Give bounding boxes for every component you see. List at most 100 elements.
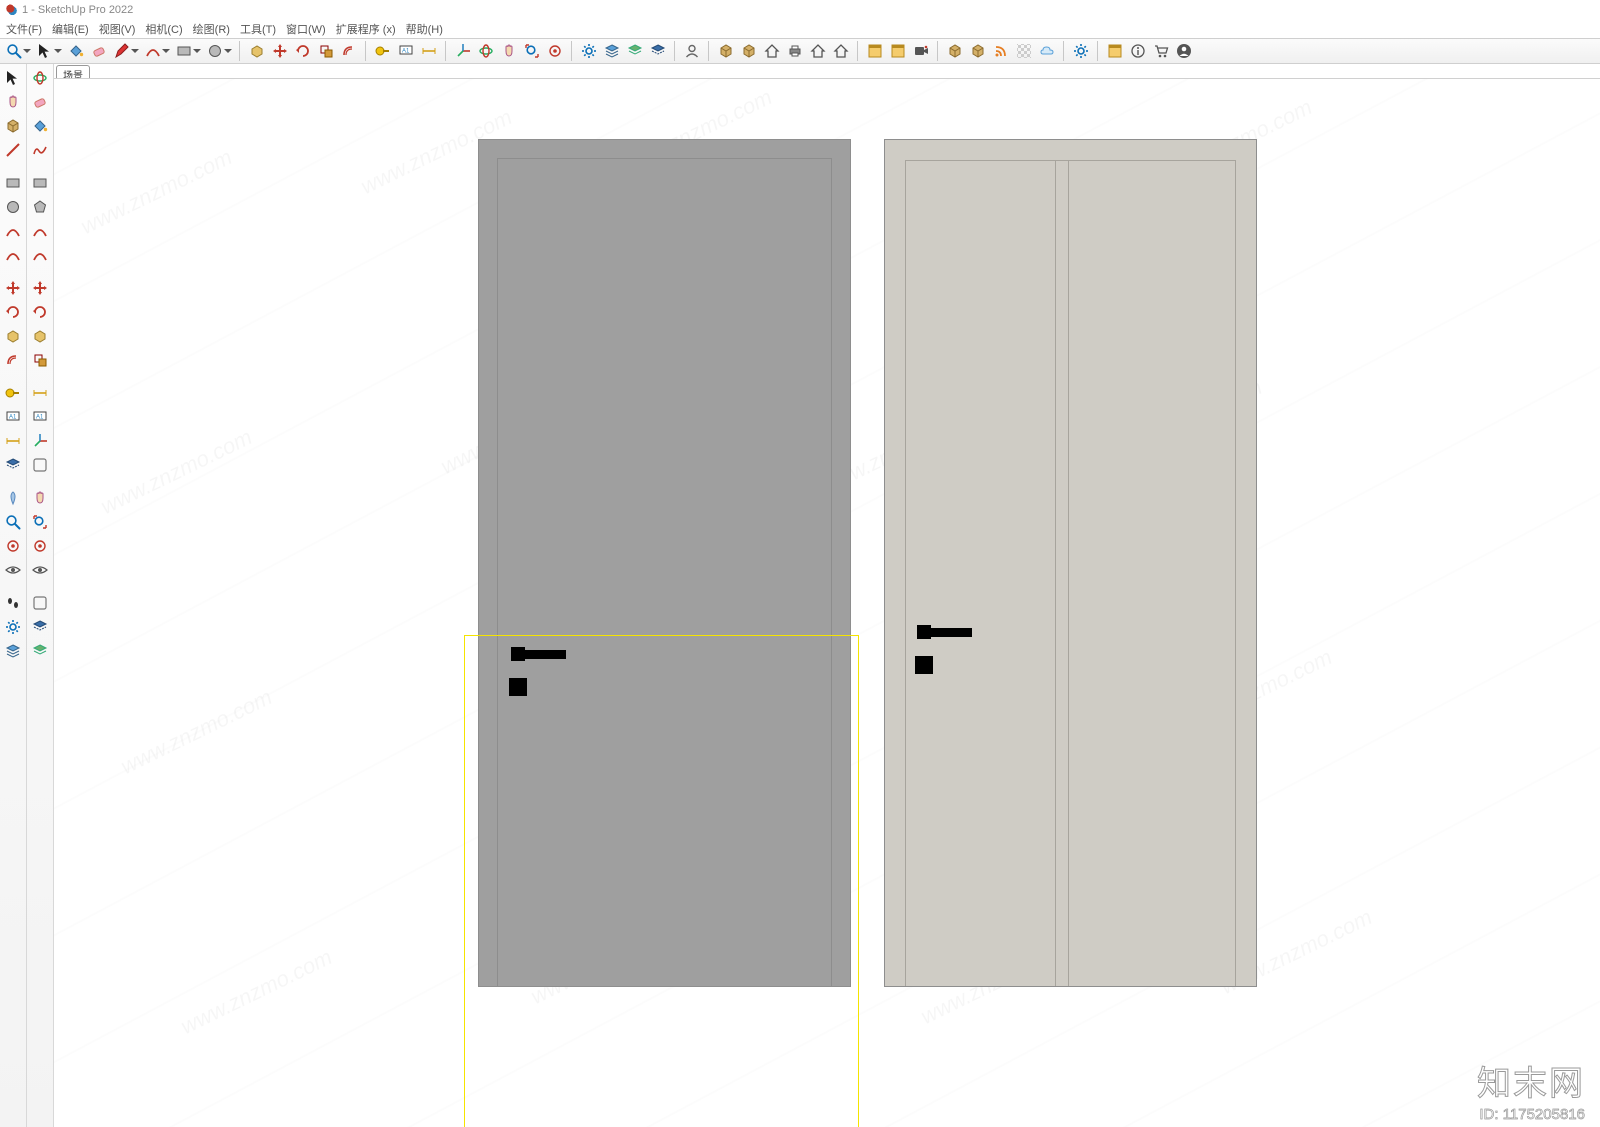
rotate-tool-icon[interactable]: [2, 300, 25, 323]
orbit-icon[interactable]: [474, 40, 497, 63]
geo-icon[interactable]: [966, 40, 989, 63]
camera-eye-icon[interactable]: [2, 558, 25, 581]
axes-tool-icon[interactable]: [29, 429, 52, 452]
rss-icon[interactable]: [989, 40, 1012, 63]
pushpull-tool-icon[interactable]: [2, 324, 25, 347]
menu-item[interactable]: 编辑(E): [52, 21, 89, 37]
text-note-icon[interactable]: [29, 405, 52, 428]
add-location-icon[interactable]: [943, 40, 966, 63]
orbit-view-icon[interactable]: [29, 66, 52, 89]
section-icon[interactable]: [646, 40, 669, 63]
outliner-tree-icon[interactable]: [29, 639, 52, 662]
move-icon[interactable]: [268, 40, 291, 63]
text-label-icon[interactable]: [394, 40, 417, 63]
menu-item[interactable]: 文件(F): [6, 21, 42, 37]
freehand-icon[interactable]: [29, 138, 52, 161]
footprints-icon[interactable]: [2, 591, 25, 614]
outliner-icon[interactable]: [623, 40, 646, 63]
arc2pt-icon[interactable]: [2, 219, 25, 242]
eraser-icon[interactable]: [87, 40, 110, 63]
zoom-region-icon[interactable]: [29, 510, 52, 533]
account-icon[interactable]: [1172, 40, 1195, 63]
import-icon[interactable]: [829, 40, 852, 63]
axes-icon[interactable]: [451, 40, 474, 63]
export-icon[interactable]: [806, 40, 829, 63]
scale-icon[interactable]: [314, 40, 337, 63]
pan-tool-icon[interactable]: [29, 486, 52, 509]
pushpull-icon[interactable]: [245, 40, 268, 63]
select-arrow-icon[interactable]: [2, 66, 25, 89]
arc-icon[interactable]: [141, 40, 164, 63]
followme-icon[interactable]: [29, 324, 52, 347]
rotate-copy-icon[interactable]: [29, 300, 52, 323]
rotate-icon[interactable]: [291, 40, 314, 63]
image-export-icon[interactable]: [863, 40, 886, 63]
styles-icon[interactable]: [2, 615, 25, 638]
dimension-tool-icon[interactable]: [2, 429, 25, 452]
tape-icon[interactable]: [371, 40, 394, 63]
zoom-icon[interactable]: [2, 40, 25, 63]
look-icon[interactable]: [29, 534, 52, 557]
arc-tool-icon[interactable]: [2, 243, 25, 266]
mirror-icon[interactable]: [29, 453, 52, 476]
dimension-icon[interactable]: [417, 40, 440, 63]
window-icon[interactable]: [1103, 40, 1126, 63]
polygon-icon[interactable]: [29, 195, 52, 218]
texture-icon[interactable]: [1012, 40, 1035, 63]
sectionplane-icon[interactable]: [2, 453, 25, 476]
model-door-beige[interactable]: [884, 139, 1257, 987]
menu-item[interactable]: 窗口(W): [286, 21, 326, 37]
menu-item[interactable]: 工具(T): [240, 21, 276, 37]
shadow-icon[interactable]: [29, 615, 52, 638]
print-icon[interactable]: [783, 40, 806, 63]
offset-tool-icon[interactable]: [2, 348, 25, 371]
arc-center-icon[interactable]: [29, 219, 52, 242]
zoom-extents-icon[interactable]: [520, 40, 543, 63]
tape-tool-icon[interactable]: [2, 381, 25, 404]
menu-item[interactable]: 扩展程序 (x): [336, 21, 396, 37]
select-icon[interactable]: [33, 40, 56, 63]
component-icon[interactable]: [2, 114, 25, 137]
menu-item[interactable]: 帮助(H): [406, 21, 443, 37]
animation-icon[interactable]: [886, 40, 909, 63]
pan-icon[interactable]: [497, 40, 520, 63]
circle-icon[interactable]: [203, 40, 226, 63]
move-tool-icon[interactable]: [2, 276, 25, 299]
menu-item[interactable]: 绘图(R): [193, 21, 230, 37]
offset-icon[interactable]: [337, 40, 360, 63]
warehouse-icon[interactable]: [714, 40, 737, 63]
record-icon[interactable]: [909, 40, 932, 63]
layers-tag-icon[interactable]: [2, 639, 25, 662]
paint-fill-icon[interactable]: [29, 114, 52, 137]
position-tool-icon[interactable]: [2, 486, 25, 509]
extension-wh-icon[interactable]: [737, 40, 760, 63]
pencil-icon[interactable]: [110, 40, 133, 63]
info-icon[interactable]: [1126, 40, 1149, 63]
eraser-tool-icon[interactable]: [29, 90, 52, 113]
zoom-tool-icon[interactable]: [2, 510, 25, 533]
pie-icon[interactable]: [29, 243, 52, 266]
line-tool-icon[interactable]: [2, 138, 25, 161]
blank-icon[interactable]: [29, 591, 52, 614]
text3d-icon[interactable]: [2, 405, 25, 428]
scale-tool-icon[interactable]: [29, 348, 52, 371]
lookaround-icon[interactable]: [29, 558, 52, 581]
user-icon[interactable]: [680, 40, 703, 63]
menu-item[interactable]: 视图(V): [99, 21, 136, 37]
pan-hand-icon[interactable]: [2, 90, 25, 113]
menu-item[interactable]: 相机(C): [145, 21, 182, 37]
settings-icon[interactable]: [1069, 40, 1092, 63]
cloud-icon[interactable]: [1035, 40, 1058, 63]
position-camera-icon[interactable]: [543, 40, 566, 63]
rotated-rect-icon[interactable]: [29, 171, 52, 194]
model-viewport[interactable]: www.znzmo.com www.znzmo.com www.znzmo.co…: [54, 78, 1600, 1127]
component-opts-icon[interactable]: [577, 40, 600, 63]
layers-icon[interactable]: [600, 40, 623, 63]
cart-icon[interactable]: [1149, 40, 1172, 63]
protractor-icon[interactable]: [29, 381, 52, 404]
move-copy-icon[interactable]: [29, 276, 52, 299]
rectangle-icon[interactable]: [172, 40, 195, 63]
home-icon[interactable]: [760, 40, 783, 63]
rectangle-tool-icon[interactable]: [2, 171, 25, 194]
paintbucket-icon[interactable]: [64, 40, 87, 63]
